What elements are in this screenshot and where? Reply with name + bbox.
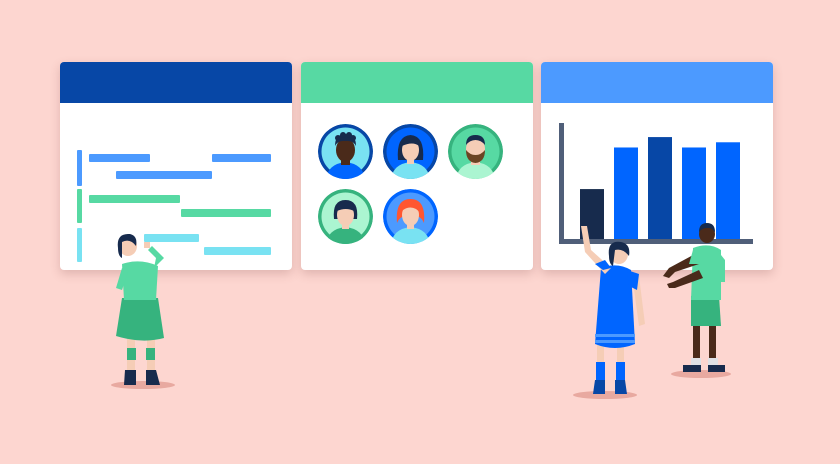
timeline-bar-green-4	[89, 195, 180, 203]
woman-thinking-figure	[111, 233, 175, 389]
timeline-bar-teal-7	[204, 247, 271, 255]
avatar-woman-red-hair	[383, 189, 438, 244]
timeline-bar-blue-2	[212, 154, 271, 162]
woman-pointing-figure	[573, 226, 645, 399]
man-presenting-figure	[663, 223, 731, 378]
chart-y-axis	[559, 123, 564, 242]
team-panel-body	[301, 103, 533, 270]
timeline-bar-blue-1	[89, 154, 150, 162]
team-panel	[301, 62, 533, 270]
timeline-group-teal-marker	[77, 228, 82, 262]
avatar-woman-dark-hair	[383, 124, 438, 179]
avatar-man-curly-hair	[318, 124, 373, 179]
timeline-group-blue-marker	[77, 150, 82, 186]
avatar-man-beard	[448, 124, 503, 179]
timeline-bar-green-5	[181, 209, 271, 217]
team-panel-header	[301, 62, 533, 103]
chart-panel-header	[541, 62, 773, 103]
avatar-woman-short-hair	[318, 189, 373, 244]
timeline-bar-blue-3	[116, 171, 212, 179]
timeline-panel-header	[60, 62, 292, 103]
timeline-group-green-marker	[77, 189, 82, 223]
